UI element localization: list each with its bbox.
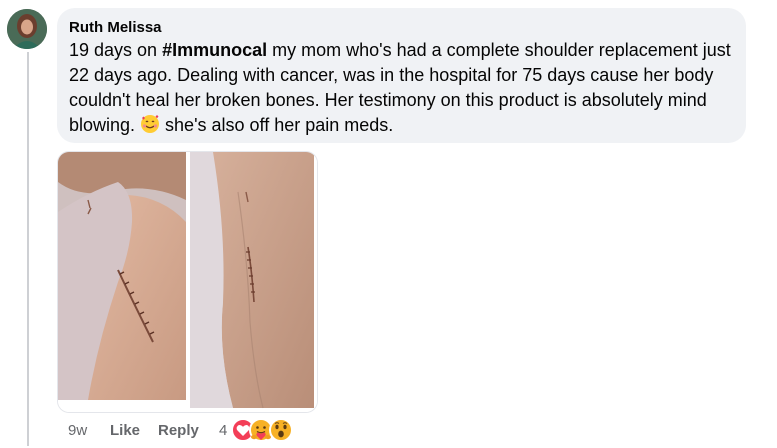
photo-attachment[interactable] [57,151,318,413]
like-button[interactable]: Like [110,422,140,439]
avatar[interactable] [7,9,47,49]
comment-text: 19 days on #Immunocal my mom who's had a… [69,38,737,141]
avatar-image [7,9,47,49]
comment-bubble: Ruth Melissa 19 days on #Immunocal my mo… [57,8,746,143]
reaction-icons[interactable] [230,417,296,443]
surgery-scar-photos [58,152,317,412]
hashtag-link[interactable]: #Immunocal [162,40,267,60]
thread-line [27,52,29,446]
reaction-count[interactable]: 4 [219,422,227,439]
smiling-face-with-hearts-icon [140,114,160,141]
comment-text-end: she's also off her pain meds. [160,115,394,135]
comment-timestamp[interactable]: 9w [68,422,87,439]
wow-icon [269,418,293,442]
reply-button[interactable]: Reply [158,422,199,439]
reactions-group [231,418,293,442]
comment-author[interactable]: Ruth Melissa [69,19,162,36]
comment-text-start: 19 days on [69,40,163,60]
care-icon [249,418,273,442]
